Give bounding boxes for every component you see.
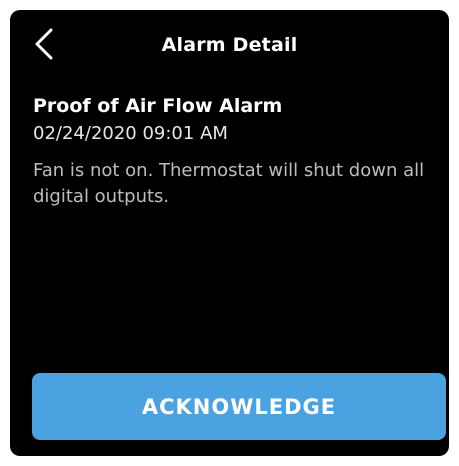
acknowledge-button[interactable]: ACKNOWLEDGE (32, 373, 446, 440)
page-title: Alarm Detail (161, 34, 298, 56)
header: Alarm Detail (10, 10, 449, 84)
alarm-detail-screen: Alarm Detail Proof of Air Flow Alarm 02/… (10, 10, 449, 456)
alarm-timestamp: 02/24/2020 09:01 AM (33, 123, 228, 144)
alarm-details: Proof of Air Flow Alarm 02/24/2020 09:01… (33, 94, 433, 210)
alarm-name: Proof of Air Flow Alarm (33, 95, 283, 117)
alarm-description: Fan is not on. Thermostat will shut down… (33, 160, 425, 207)
